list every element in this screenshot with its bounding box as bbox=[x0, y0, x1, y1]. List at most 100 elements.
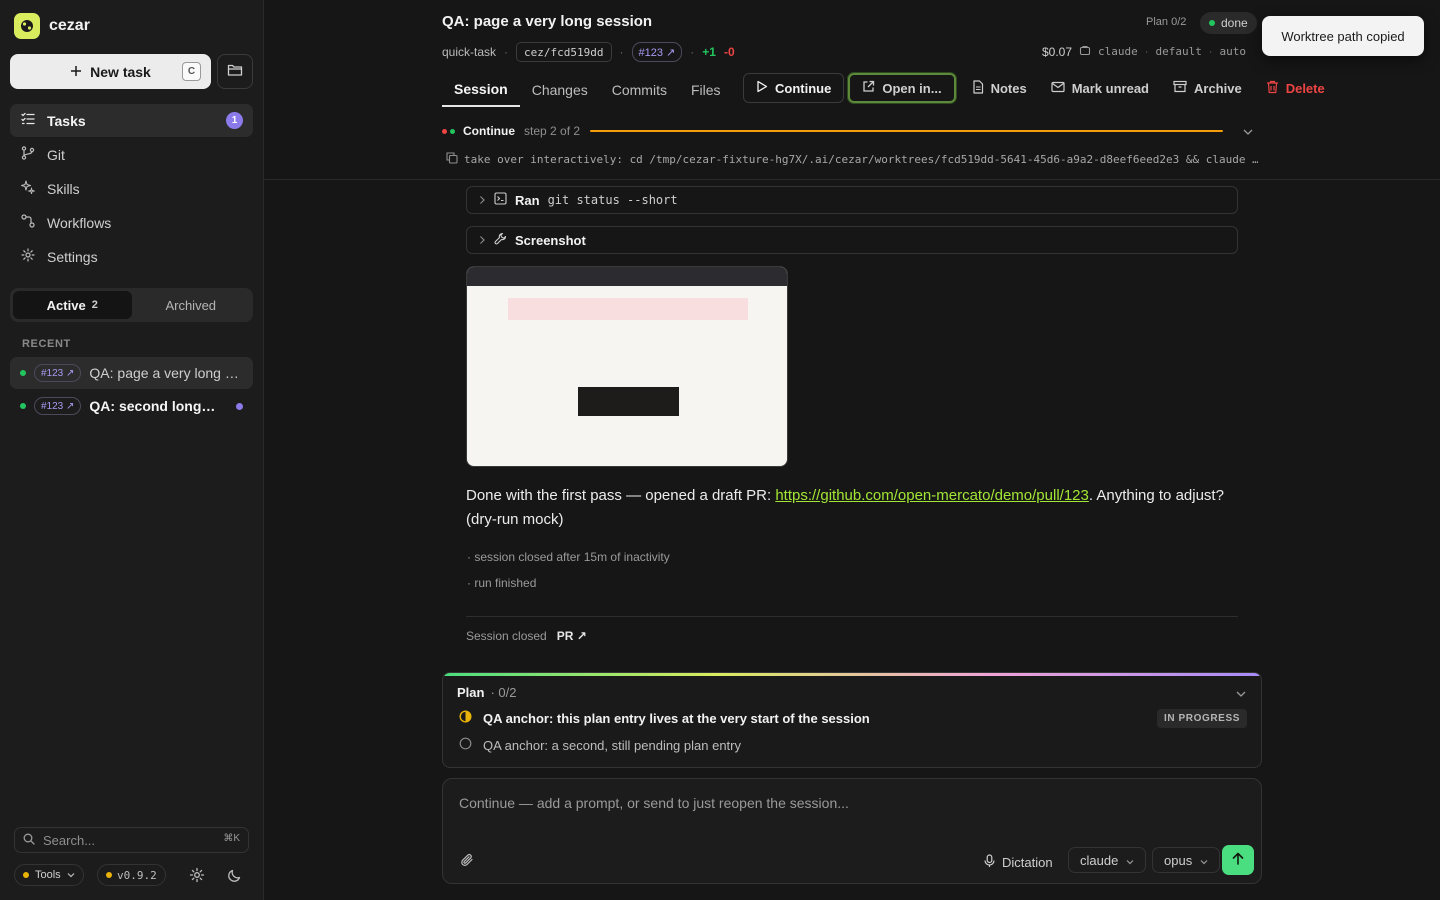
agent-select[interactable]: claude bbox=[1068, 847, 1147, 873]
model-select-value: opus bbox=[1164, 852, 1193, 868]
assistant-message: Done with the first pass — opened a draf… bbox=[466, 484, 1246, 532]
sidebar-item-label: Skills bbox=[47, 180, 80, 197]
open-in-button[interactable]: Open in... bbox=[848, 73, 956, 103]
pr-link-badge[interactable]: #123 ↗ bbox=[34, 397, 82, 415]
plan-item-status-badge: IN PROGRESS bbox=[1156, 709, 1247, 728]
recent-task-item[interactable]: #123 ↗ QA: second long session bbox=[10, 390, 253, 422]
pr-link-badge[interactable]: #123 ↗ bbox=[34, 364, 82, 382]
plan-item-text: QA anchor: this plan entry lives at the … bbox=[483, 710, 870, 726]
microphone-icon bbox=[984, 853, 995, 871]
task-type: quick-task bbox=[442, 45, 497, 59]
filter-archived-tab[interactable]: Archived bbox=[132, 291, 251, 319]
play-icon bbox=[756, 80, 768, 96]
task-title: QA: page a very long session bbox=[442, 13, 653, 30]
sidebar-item-workflows[interactable]: Workflows bbox=[10, 206, 253, 239]
chevron-down-icon bbox=[1126, 853, 1134, 868]
pr-link[interactable]: https://github.com/open-mercato/demo/pul… bbox=[775, 487, 1089, 504]
notes-button[interactable]: Notes bbox=[960, 73, 1039, 103]
sidebar-item-tasks[interactable]: Tasks 1 bbox=[10, 104, 253, 137]
copy-icon[interactable] bbox=[446, 152, 458, 167]
chevron-right-icon bbox=[479, 193, 486, 208]
system-event: · session closed after 15m of inactivity bbox=[467, 550, 670, 564]
plan-item: QA anchor: a second, still pending plan … bbox=[459, 737, 741, 753]
open-in-label: Open in... bbox=[882, 80, 942, 96]
sidebar-footer: Tools v0.9.2 bbox=[14, 864, 249, 886]
paperclip-icon[interactable] bbox=[460, 853, 474, 870]
filter-active-count: 2 bbox=[91, 299, 98, 311]
session-divider bbox=[466, 616, 1238, 617]
tab-commits[interactable]: Commits bbox=[600, 73, 679, 107]
continue-button[interactable]: Continue bbox=[743, 73, 845, 103]
chevron-right-icon bbox=[479, 233, 486, 248]
recent-task-title: QA: second long session bbox=[89, 398, 217, 414]
filter-active-label: Active bbox=[46, 297, 86, 313]
moon-icon[interactable] bbox=[227, 867, 243, 886]
mail-icon bbox=[1051, 81, 1065, 96]
prompt-input[interactable]: Continue — add a prompt, or send to just… bbox=[459, 795, 849, 811]
tool-call-git-status[interactable]: Ran git status --short bbox=[466, 186, 1238, 214]
tools-dropdown[interactable]: Tools bbox=[14, 864, 84, 886]
external-link-icon bbox=[862, 80, 875, 96]
task-pr-badge[interactable]: #123 ↗ bbox=[631, 42, 683, 62]
tool-call-screenshot[interactable]: Screenshot bbox=[466, 226, 1238, 254]
sidebar-item-git[interactable]: Git bbox=[10, 138, 253, 171]
settings-gear-icon[interactable] bbox=[189, 867, 205, 886]
terminal-icon bbox=[494, 192, 507, 208]
cezar-logo-icon bbox=[14, 13, 40, 39]
delete-button[interactable]: Delete bbox=[1254, 73, 1337, 103]
sidebar-search-input[interactable]: Search... ⌘K bbox=[14, 827, 249, 853]
screenshot-button bbox=[578, 387, 679, 416]
sidebar-item-label: Tasks bbox=[47, 112, 86, 129]
prompt-composer[interactable]: Continue — add a prompt, or send to just… bbox=[442, 778, 1262, 884]
filter-active-tab[interactable]: Active 2 bbox=[13, 291, 132, 319]
dictation-button[interactable]: Dictation bbox=[984, 849, 1053, 875]
chevron-down-icon[interactable] bbox=[1235, 687, 1247, 703]
progress-label: Continue bbox=[463, 124, 515, 138]
plan-item: QA anchor: this plan entry lives at the … bbox=[459, 710, 870, 726]
takeover-command[interactable]: take over interactively: cd /tmp/cezar-f… bbox=[446, 152, 1258, 167]
mark-unread-button[interactable]: Mark unread bbox=[1039, 73, 1161, 103]
recent-heading: RECENT bbox=[22, 338, 71, 350]
model-select[interactable]: opus bbox=[1152, 847, 1221, 873]
session-pr-link[interactable]: PR ↗ bbox=[557, 629, 587, 643]
workflow-icon bbox=[21, 214, 35, 231]
open-folder-button[interactable] bbox=[217, 54, 253, 89]
progress-dot-green bbox=[450, 128, 455, 134]
plan-header[interactable]: Plan · 0/2 bbox=[457, 685, 516, 700]
version-badge[interactable]: v0.9.2 bbox=[97, 864, 166, 886]
sidebar-item-settings[interactable]: Settings bbox=[10, 240, 253, 273]
task-tabs: Session Changes Commits Files bbox=[442, 73, 733, 107]
task-status-dot bbox=[20, 370, 26, 376]
system-event: · run finished bbox=[467, 576, 537, 590]
screenshot-banner bbox=[508, 298, 748, 320]
brand[interactable]: cezar bbox=[14, 13, 90, 39]
chevron-down-icon bbox=[1200, 853, 1208, 868]
plan-panel: Plan · 0/2 QA anchor: this plan entry li… bbox=[442, 672, 1262, 768]
recent-task-item[interactable]: #123 ↗ QA: page a very long session bbox=[10, 357, 253, 389]
status-badge: done bbox=[1200, 12, 1257, 34]
diff-additions: +1 bbox=[702, 45, 716, 59]
chevron-down-icon[interactable] bbox=[1242, 125, 1254, 141]
progress-dot-red bbox=[442, 128, 447, 134]
screenshot-preview[interactable] bbox=[466, 266, 788, 467]
progress-step: step 2 of 2 bbox=[524, 124, 581, 138]
agent-mode: auto bbox=[1219, 45, 1246, 58]
half-circle-progress-icon bbox=[459, 710, 472, 726]
send-button[interactable] bbox=[1222, 845, 1254, 875]
agent-select-value: claude bbox=[1080, 852, 1119, 868]
task-filter-segmented: Active 2 Archived bbox=[10, 288, 253, 322]
sidebar-item-skills[interactable]: Skills bbox=[10, 172, 253, 205]
tab-files[interactable]: Files bbox=[679, 73, 733, 107]
run-info: $0.07 claude · default · auto bbox=[1042, 44, 1246, 59]
sidebar: cezar New task C Tasks 1 Git Skills Work… bbox=[0, 0, 264, 900]
archive-button[interactable]: Archive bbox=[1161, 73, 1254, 103]
tab-changes[interactable]: Changes bbox=[520, 73, 600, 107]
filter-archived-label: Archived bbox=[165, 297, 217, 313]
tab-session[interactable]: Session bbox=[442, 73, 520, 107]
version-status-dot bbox=[106, 872, 112, 878]
branch-badge[interactable]: cez/fcd519dd bbox=[516, 42, 612, 62]
search-placeholder: Search... bbox=[43, 832, 96, 848]
archive-icon bbox=[1173, 80, 1187, 96]
progress-bar bbox=[590, 130, 1224, 132]
new-task-button[interactable]: New task C bbox=[10, 54, 211, 89]
